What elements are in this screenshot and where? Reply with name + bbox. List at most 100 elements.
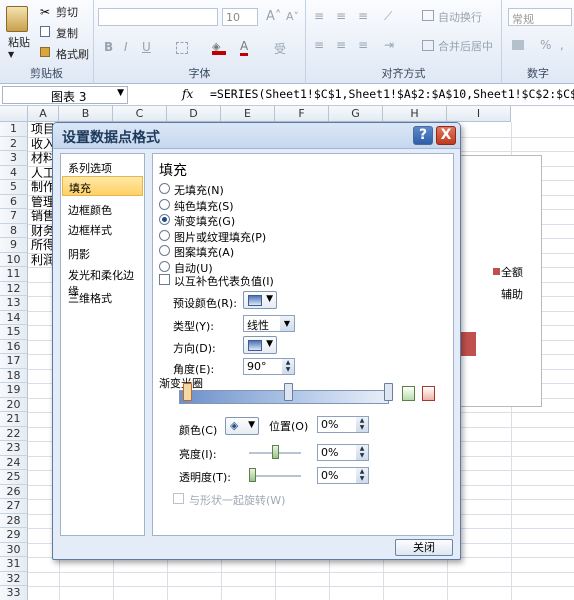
row-header[interactable]: 27 [0,499,28,514]
column-header[interactable]: I [447,106,511,122]
fill-option-radio[interactable] [159,183,170,194]
position-input[interactable]: 0% ▲ ▼ [317,416,369,433]
bold-button[interactable]: B [104,40,113,54]
phonetic-icon[interactable]: 受 [274,40,286,57]
fill-option-radio[interactable] [159,229,170,241]
column-header[interactable]: F [275,106,329,122]
row-header[interactable]: 23 [0,441,28,456]
formula-input[interactable]: =SERIES(Sheet1!$C$1,Sheet1!$A$2:$A$10,Sh… [210,87,574,101]
add-stop-icon[interactable] [402,386,415,401]
row-header[interactable]: 24 [0,455,28,470]
row-header[interactable]: 1 [0,122,28,137]
row-header[interactable]: 32 [0,571,28,586]
nav-item-3[interactable]: 边框样式 [62,219,143,239]
row-header[interactable]: 29 [0,528,28,543]
row-header[interactable]: 7 [0,209,28,224]
row-header[interactable]: 31 [0,557,28,572]
comma-button[interactable]: , [560,38,564,52]
column-header[interactable]: B [59,106,113,122]
percent-button[interactable]: % [540,38,551,52]
transparency-slider[interactable] [249,475,301,477]
row-header[interactable]: 2 [0,136,28,151]
currency-icon[interactable] [512,40,524,50]
row-header[interactable]: 25 [0,470,28,485]
row-header[interactable]: 28 [0,513,28,528]
row-header[interactable]: 18 [0,368,28,383]
gradient-stop-2[interactable] [284,383,293,401]
paste-icon[interactable] [6,6,28,32]
transparency-spinner-icon[interactable]: ▲ ▼ [356,468,368,483]
copy-button[interactable]: 复制 [56,25,78,41]
angle-input[interactable]: 90° ▲ ▼ [243,358,295,375]
nav-item-5[interactable]: 发光和柔化边缘 [62,264,143,298]
align-bottom-icon[interactable]: ≡ [358,9,368,23]
row-header[interactable]: 30 [0,542,28,557]
column-header[interactable]: G [329,106,383,122]
shrink-font-icon[interactable]: A˅ [286,10,299,23]
fill-color-icon[interactable]: ◈ [212,40,226,55]
row-header[interactable]: 11 [0,267,28,282]
select-all-corner[interactable] [0,106,28,122]
fill-option-radio[interactable] [159,245,170,256]
name-box[interactable]: 图表 3 ▼ [2,86,128,104]
preset-color-picker[interactable]: ▼ [243,291,277,309]
row-header[interactable]: 21 [0,412,28,427]
row-header[interactable]: 5 [0,180,28,195]
align-top-icon[interactable]: ≡ [314,9,324,23]
row-header[interactable]: 3 [0,151,28,166]
type-select[interactable]: 线性 ▼ [243,315,295,332]
paste-button[interactable]: 粘贴 [8,34,30,50]
row-header[interactable]: 9 [0,238,28,253]
brightness-spinner-icon[interactable]: ▲ ▼ [356,445,368,460]
row-header[interactable]: 8 [0,223,28,238]
font-size-dropdown[interactable]: 10 [222,8,258,26]
row-header[interactable]: 22 [0,426,28,441]
number-format-dropdown[interactable]: 常规 [508,8,572,26]
fill-option-label[interactable]: 渐变填充(G) [174,213,235,229]
orientation-icon[interactable]: ⟋ [384,9,392,24]
help-button[interactable]: ? [413,126,433,145]
column-header[interactable]: D [167,106,221,122]
column-header[interactable]: E [221,106,275,122]
column-header[interactable]: A [28,106,59,122]
nav-item-0[interactable]: 系列选项 [62,157,143,177]
brightness-input[interactable]: 0% ▲ ▼ [317,444,369,461]
underline-button[interactable]: U [142,40,151,54]
invert-negative-checkbox[interactable] [159,274,170,285]
angle-spinner-icon[interactable]: ▲ ▼ [282,359,294,374]
align-right-icon[interactable]: ≡ [358,38,368,52]
column-header[interactable]: H [383,106,447,122]
stop-color-picker[interactable]: ◈ ▼ [225,417,259,435]
fill-option-label[interactable]: 纯色填充(S) [174,198,234,214]
italic-button[interactable]: I [124,40,128,54]
gradient-stop-1[interactable] [183,383,192,401]
nav-item-6[interactable]: 三维格式 [62,287,143,307]
align-center-icon[interactable]: ≡ [336,38,346,52]
row-header[interactable]: 16 [0,339,28,354]
merge-center-button[interactable]: 合并后居中 [438,38,493,54]
fill-option-radio[interactable] [159,260,170,272]
fill-option-label[interactable]: 图案填充(A) [174,244,234,260]
wrap-text-button[interactable]: 自动换行 [438,9,482,25]
row-header[interactable]: 19 [0,383,28,398]
row-header[interactable]: 20 [0,397,28,412]
indent-icon[interactable]: ⇥ [384,38,394,52]
row-header[interactable]: 12 [0,281,28,296]
transparency-input[interactable]: 0% ▲ ▼ [317,467,369,484]
nav-item-2[interactable]: 边框颜色 [62,199,143,219]
close-button[interactable]: 关闭 [395,539,453,556]
fill-option-radio[interactable] [159,198,170,210]
grow-font-icon[interactable]: A˄ [266,9,281,24]
direction-picker[interactable]: ▼ [243,336,277,354]
gradient-stop-3[interactable] [384,383,393,401]
row-header[interactable]: 33 [0,586,28,600]
remove-stop-icon[interactable] [422,386,435,401]
position-spinner-icon[interactable]: ▲ ▼ [356,417,368,432]
column-header[interactable]: C [113,106,167,122]
row-header[interactable]: 10 [0,252,28,267]
row-header[interactable]: 4 [0,165,28,180]
align-middle-icon[interactable]: ≡ [336,9,346,23]
row-header[interactable]: 14 [0,310,28,325]
dialog-titlebar[interactable]: 设置数据点格式 ? X [53,123,460,149]
close-icon[interactable]: X [436,126,456,145]
